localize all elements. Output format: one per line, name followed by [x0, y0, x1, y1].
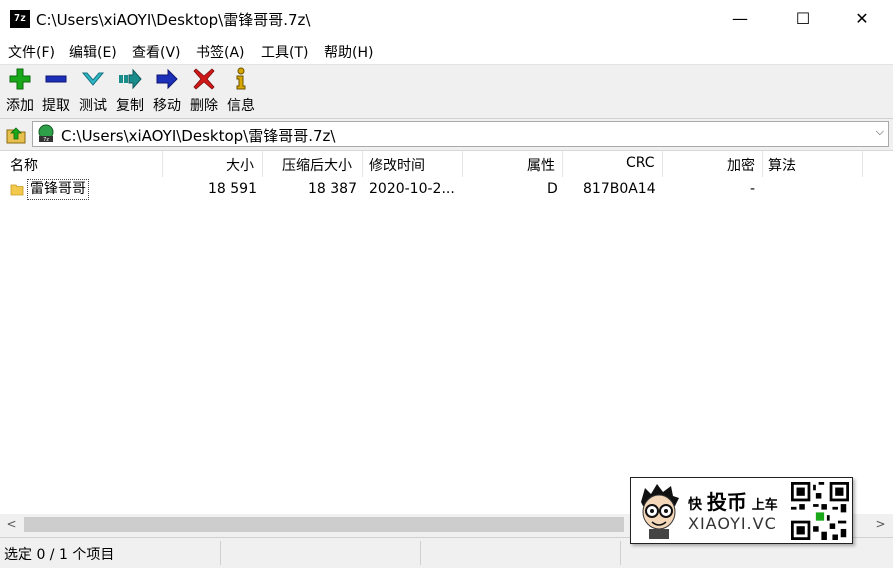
copy-icon — [119, 68, 142, 90]
scroll-right-button[interactable]: > — [872, 516, 889, 533]
col-attributes[interactable]: 属性 — [527, 155, 555, 175]
info-label: 信息 — [227, 98, 255, 114]
move-label: 移动 — [153, 98, 181, 114]
watermark-slogan-c: 上车 — [751, 498, 778, 513]
copy-button[interactable]: 复制 — [112, 67, 148, 115]
status-divider — [220, 541, 221, 565]
add-icon — [9, 68, 31, 90]
folder-icon — [10, 184, 24, 196]
move-icon — [156, 68, 178, 90]
delete-label: 删除 — [190, 98, 218, 114]
extract-label: 提取 — [42, 98, 70, 114]
add-label: 添加 — [6, 98, 34, 114]
move-button[interactable]: 移动 — [149, 67, 185, 115]
item-name[interactable]: 雷锋哥哥 — [27, 179, 89, 200]
svg-text:7z: 7z — [43, 137, 49, 143]
col-method[interactable]: 算法 — [768, 155, 796, 175]
col-name[interactable]: 名称 — [10, 155, 38, 175]
info-icon — [236, 67, 246, 90]
menu-bookmarks[interactable]: 书签(A) — [196, 42, 245, 62]
watermark-slogan: 快 投币 上车 — [688, 486, 778, 515]
scroll-thumb[interactable] — [24, 517, 624, 532]
status-selection: 选定 0 / 1 个项目 — [4, 547, 115, 563]
delete-button[interactable]: 删除 — [186, 67, 222, 115]
window-title: C:\Users\xiAOYI\Desktop\雷锋哥哥.7z\ — [36, 11, 311, 29]
menu-help[interactable]: 帮助(H) — [324, 42, 373, 62]
test-button[interactable]: 测试 — [75, 67, 111, 115]
watermark-badge: 快 投币 上车 XIAOYI.VC — [630, 477, 853, 544]
table-row[interactable]: 雷锋哥哥 18 591 18 387 2020-10-2... D 817B0A… — [0, 179, 893, 201]
item-crc: 817B0A14 — [583, 181, 656, 197]
column-divider[interactable] — [562, 151, 563, 177]
item-encrypted: - — [750, 181, 756, 197]
toolbar: 添加 提取 测试 复制 移动 删除 信息 — [0, 65, 893, 119]
delete-icon — [193, 68, 215, 90]
chevron-down-icon[interactable]: ⌵ — [876, 125, 884, 139]
col-size[interactable]: 大小 — [226, 155, 254, 175]
status-divider — [420, 541, 421, 565]
avatar — [641, 484, 679, 539]
extract-icon — [45, 75, 67, 83]
menu-view[interactable]: 查看(V) — [132, 42, 181, 62]
col-packed-size[interactable]: 压缩后大小 — [282, 155, 352, 175]
column-divider[interactable] — [662, 151, 663, 177]
watermark-site: XIAOYI.VC — [688, 514, 777, 533]
col-encrypted[interactable]: 加密 — [727, 155, 755, 175]
info-button[interactable]: 信息 — [223, 67, 259, 115]
test-icon — [81, 72, 105, 86]
address-field[interactable]: 7z C:\Users\xiAOYI\Desktop\雷锋哥哥.7z\ ⌵ — [32, 121, 889, 147]
column-header: 名称 大小 压缩后大小 修改时间 属性 CRC 加密 算法 — [0, 151, 893, 177]
watermark-slogan-a: 快 — [688, 497, 702, 513]
column-divider[interactable] — [462, 151, 463, 177]
up-folder-icon[interactable] — [4, 122, 28, 146]
menu-bar: 文件(F) 编辑(E) 查看(V) 书签(A) 工具(T) 帮助(H) — [0, 38, 893, 65]
menu-edit[interactable]: 编辑(E) — [69, 42, 117, 62]
col-modified[interactable]: 修改时间 — [369, 155, 425, 175]
item-modified: 2020-10-2... — [369, 181, 455, 197]
item-packed-size: 18 387 — [308, 181, 357, 197]
file-list[interactable]: 名称 大小 压缩后大小 修改时间 属性 CRC 加密 算法 雷锋哥哥 18 59… — [0, 150, 893, 515]
app-icon: 7z — [10, 10, 30, 28]
col-crc[interactable]: CRC — [626, 155, 655, 175]
title-bar: 7z C:\Users\xiAOYI\Desktop\雷锋哥哥.7z\ — ☐ … — [0, 0, 893, 38]
item-size: 18 591 — [208, 181, 257, 197]
minimize-button[interactable]: — — [717, 0, 763, 38]
address-path: C:\Users\xiAOYI\Desktop\雷锋哥哥.7z\ — [61, 127, 336, 145]
close-button[interactable]: ✕ — [839, 0, 885, 38]
column-divider[interactable] — [362, 151, 363, 177]
archive-icon: 7z — [38, 124, 54, 143]
column-divider[interactable] — [862, 151, 863, 177]
address-bar: 7z C:\Users\xiAOYI\Desktop\雷锋哥哥.7z\ ⌵ — [0, 119, 893, 149]
item-attributes: D — [547, 181, 558, 197]
qr-code-icon — [791, 482, 849, 540]
status-divider — [620, 541, 621, 565]
maximize-button[interactable]: ☐ — [780, 0, 826, 38]
watermark-slogan-b: 投币 — [706, 490, 747, 514]
column-divider[interactable] — [162, 151, 163, 177]
column-divider[interactable] — [262, 151, 263, 177]
extract-button[interactable]: 提取 — [38, 67, 74, 115]
copy-label: 复制 — [116, 98, 144, 114]
scroll-left-button[interactable]: < — [3, 516, 20, 533]
column-divider[interactable] — [762, 151, 763, 177]
add-button[interactable]: 添加 — [2, 67, 38, 115]
menu-tools[interactable]: 工具(T) — [261, 42, 308, 62]
test-label: 测试 — [79, 98, 107, 114]
menu-file[interactable]: 文件(F) — [8, 42, 55, 62]
